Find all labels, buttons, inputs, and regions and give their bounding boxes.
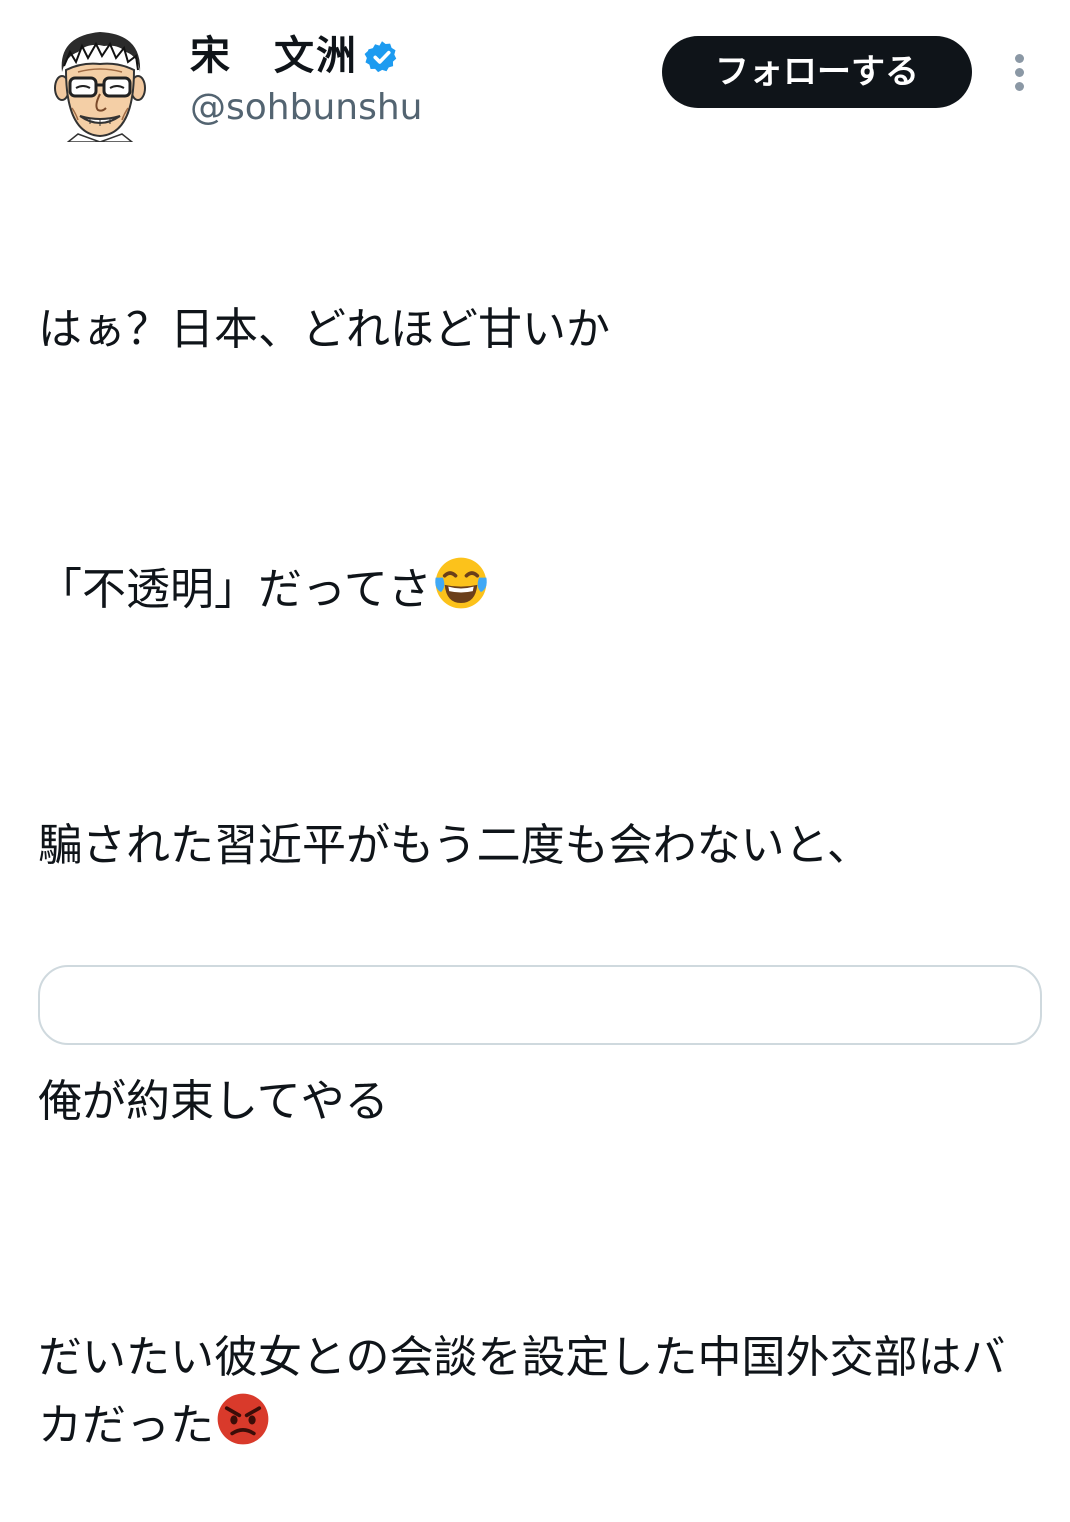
tweet-paragraph-text: 俺が約束してやる (38, 1076, 389, 1127)
caricature-avatar-image (54, 32, 146, 142)
angry-face-emoji (217, 1393, 269, 1445)
tweet-paragraph: 「不透明」だってさ (38, 554, 1028, 622)
tweet-text: はぁ？日本、どれほど甘いか 「不透明」だってさ 騙された習近平がもう二度も会わな… (38, 170, 1028, 1522)
tweet-header: 宋 文洲 @sohbunshu フォローする (0, 0, 1070, 160)
follow-button[interactable]: フォローする (662, 36, 972, 108)
more-vertical-icon[interactable] (1002, 48, 1038, 96)
author-handle[interactable]: @sohbunshu (190, 84, 422, 132)
tweet-paragraph-text: はぁ？日本、どれほど甘いか (38, 304, 610, 355)
tweet-paragraph-text: だいたい彼女との会談を設定した中国外交部はバカだった (38, 1332, 1006, 1451)
tweet-paragraph-text: 騙された習近平がもう二度も会わないと、 (38, 820, 871, 871)
face-with-tears-of-joy-emoji (435, 557, 487, 609)
tweet-paragraph: だいたい彼女との会談を設定した中国外交部はバカだった (38, 1326, 1028, 1458)
author-name-text: 宋 文洲 (190, 33, 358, 79)
tweet-paragraph: 俺が約束してやる (38, 1070, 1028, 1134)
author-avatar[interactable] (48, 22, 152, 142)
verified-badge-icon (364, 41, 397, 73)
tweet-paragraph: はぁ？日本、どれほど甘いか (38, 298, 1028, 362)
quoted-card[interactable] (38, 965, 1042, 1045)
tweet-paragraph: 騙された習近平がもう二度も会わないと、 (38, 814, 1028, 878)
tweet-paragraph-text: 「不透明」だってさ (38, 564, 432, 615)
author-display-name[interactable]: 宋 文洲 (190, 30, 400, 82)
